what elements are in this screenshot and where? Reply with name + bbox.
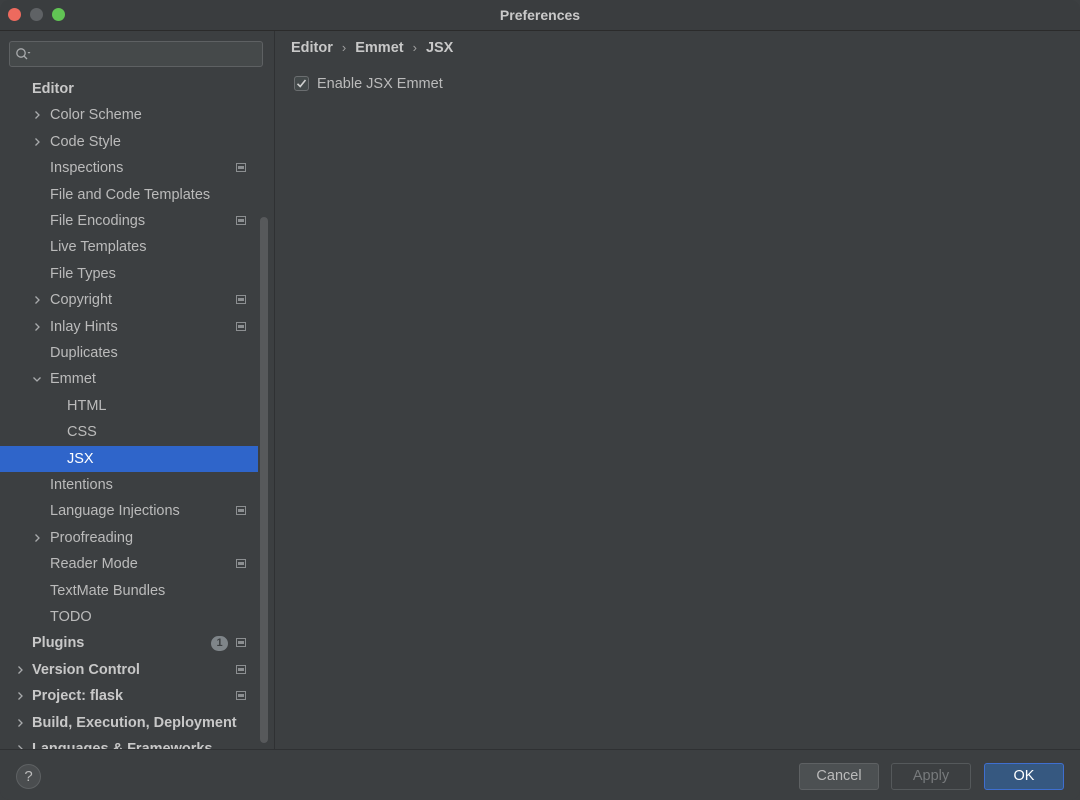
tree-item-label: Copyright (50, 292, 113, 309)
tree-item-label: TextMate Bundles (50, 582, 166, 599)
window-title: Preferences (499, 7, 581, 23)
tree-item-label: Build, Execution, Deployment (32, 714, 237, 731)
tree-item-label: Intentions (50, 477, 113, 493)
tree-item-label: Inlay Hints (50, 318, 118, 335)
tree-item-label: Languages & Frameworks (32, 741, 213, 749)
breadcrumb-item[interactable]: Editor (291, 40, 333, 56)
apply-button[interactable]: Apply (891, 763, 971, 790)
project-level-icon (236, 664, 246, 674)
project-level-icon (236, 295, 246, 305)
breadcrumb-item[interactable]: Emmet (355, 40, 403, 56)
tree-item-label: Proofreading (50, 529, 134, 546)
tree-item[interactable]: Color Scheme (0, 102, 258, 128)
chevron-right-icon[interactable] (33, 533, 41, 542)
tree-item[interactable]: File and Code Templates (0, 182, 258, 208)
tree-item-label: Inspections (50, 160, 124, 177)
chevron-right-icon[interactable] (33, 137, 41, 146)
tree-item-label: File Encodings (50, 213, 146, 229)
tree-item-label: HTML (67, 397, 107, 414)
tree-item-label: Language Injections (50, 503, 180, 520)
project-level-icon (236, 506, 246, 516)
update-count-badge: 1 (211, 636, 228, 652)
tree-item[interactable]: Proofreading (0, 525, 258, 551)
chevron-right-icon[interactable] (33, 111, 41, 120)
tree-item-label: Plugins (32, 635, 85, 652)
tree-item[interactable]: TODO (0, 604, 258, 630)
settings-search[interactable] (9, 41, 263, 67)
chevron-right-icon[interactable] (16, 665, 24, 674)
breadcrumb-separator: › (412, 40, 417, 55)
preferences-window: Preferences Editor Color Scheme Code Style… (0, 0, 1080, 800)
tree-item[interactable]: Build, Execution, Deployment (0, 710, 258, 736)
project-level-icon (236, 691, 246, 701)
search-icon (16, 48, 31, 60)
chevron-right-icon[interactable] (33, 322, 41, 331)
sidebar-scrollbar[interactable] (260, 217, 268, 743)
tree-item-label: JSX (67, 450, 94, 467)
breadcrumb-item[interactable]: JSX (426, 40, 453, 56)
tree-item[interactable]: Project: flask (0, 683, 258, 709)
tree-item-label: Project: flask (32, 688, 124, 705)
enable-jsx-emmet-checkbox[interactable] (294, 76, 309, 91)
search-input[interactable] (36, 44, 260, 66)
tree-item[interactable]: File Encodings (0, 208, 258, 234)
project-level-icon (236, 216, 246, 225)
tree-item[interactable]: Language Injections (0, 498, 258, 524)
sidebar-scrollbar-thumb[interactable] (260, 217, 268, 743)
tree-item-label: Color Scheme (50, 107, 142, 124)
ok-button[interactable]: OK (984, 763, 1064, 790)
chevron-down-icon[interactable] (33, 375, 41, 383)
tree-item[interactable]: Plugins 1 (0, 630, 258, 656)
tree-item-label: Emmet (50, 371, 96, 388)
project-level-icon (236, 163, 246, 173)
cancel-button[interactable]: Cancel (799, 763, 879, 790)
help-button[interactable]: ? (16, 764, 41, 789)
tree-item-label: Reader Mode (50, 556, 138, 573)
tree-item[interactable]: Version Control (0, 657, 258, 683)
breadcrumb: Editor › Emmet › JSX (291, 40, 453, 60)
chevron-right-icon[interactable] (16, 718, 24, 727)
tree-item-label: Code Style (50, 133, 121, 150)
project-level-icon (236, 321, 246, 331)
tree-item[interactable]: Intentions (0, 472, 258, 498)
checkmark-icon (296, 79, 307, 88)
tree-item[interactable]: Live Templates (0, 234, 258, 260)
settings-content: Editor › Emmet › JSX Enable JSX Emmet (275, 31, 1080, 749)
tree-item[interactable]: File Types (0, 261, 258, 287)
tree-item[interactable]: Languages & Frameworks (0, 736, 258, 749)
settings-sidebar: Editor Color Scheme Code Style Inspections F… (0, 31, 275, 749)
tree-item[interactable]: CSS (0, 419, 258, 445)
tree-item-label: Live Templates (50, 239, 147, 256)
breadcrumb-separator: › (341, 40, 347, 55)
tree-item[interactable]: Code Style (0, 129, 258, 155)
tree-item-label: File and Code Templates (50, 186, 211, 203)
tree-item-label: CSS (67, 424, 97, 441)
tree-item-label: Duplicates (50, 345, 118, 361)
tree-item-label: Editor (32, 81, 74, 97)
tree-item-label: Version Control (32, 661, 140, 678)
tree-item[interactable]: Editor (0, 76, 258, 102)
enable-jsx-emmet-label: Enable JSX Emmet (317, 76, 443, 92)
tree-item[interactable]: JSX (0, 445, 258, 472)
project-level-icon (236, 638, 246, 648)
tree-item-label: TODO (50, 609, 92, 625)
chevron-right-icon[interactable] (33, 296, 41, 305)
tree-item-label: File Types (50, 265, 116, 282)
tree-item[interactable]: HTML (0, 393, 258, 419)
tree-item[interactable]: Inspections (0, 155, 258, 181)
tree-item[interactable]: Copyright (0, 287, 258, 313)
project-level-icon (236, 559, 246, 569)
chevron-right-icon[interactable] (16, 692, 24, 701)
dialog-footer: ? Cancel Apply OK (0, 749, 1080, 800)
tree-item[interactable]: Emmet (0, 366, 258, 392)
tree-item[interactable]: Duplicates (0, 340, 258, 366)
title-bar: Preferences (0, 0, 1080, 31)
tree-item[interactable]: Reader Mode (0, 551, 258, 577)
tree-item[interactable]: TextMate Bundles (0, 578, 258, 604)
tree-item[interactable]: Inlay Hints (0, 314, 258, 340)
